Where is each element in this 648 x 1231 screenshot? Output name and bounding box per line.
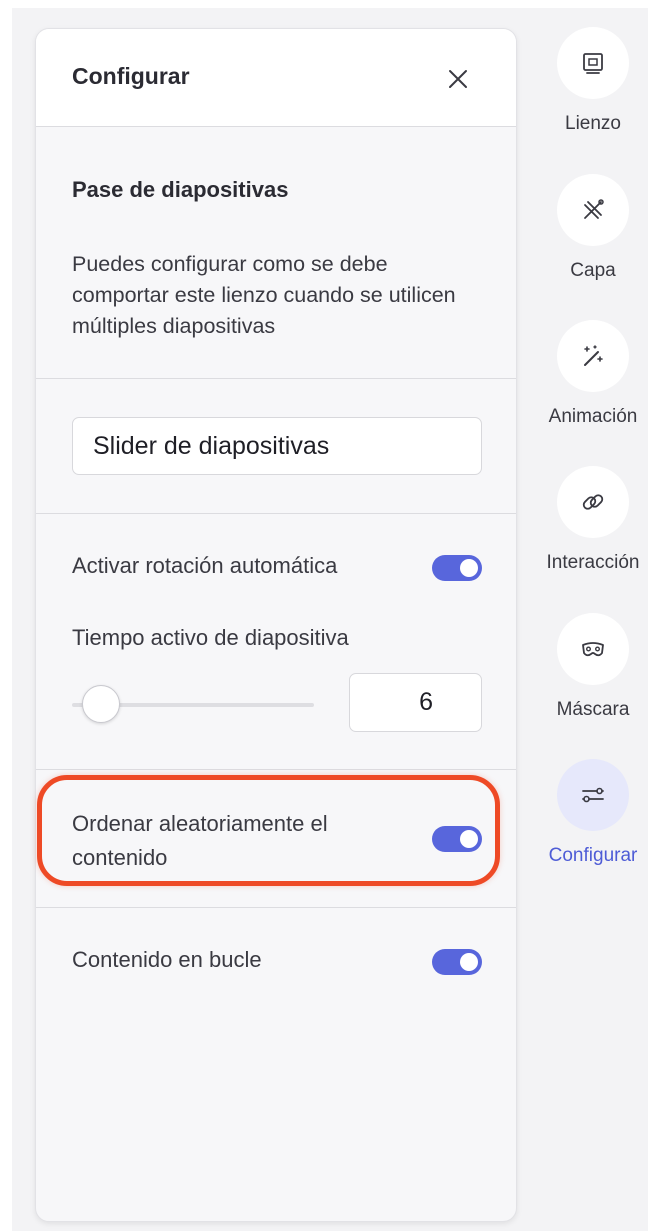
toolbar-item-animacion[interactable]: Animación <box>538 320 648 428</box>
toolbar-label: Interacción <box>546 552 640 573</box>
section-title: Pase de diapositivas <box>72 177 289 202</box>
close-button[interactable] <box>438 59 478 99</box>
active-time-label: Tiempo activo de diapositiva <box>72 625 349 650</box>
toolbar-label: Animación <box>548 406 638 427</box>
divider <box>36 378 516 379</box>
slider-name-input[interactable] <box>72 417 482 475</box>
divider <box>36 907 516 908</box>
magic-wand-icon <box>584 345 603 366</box>
link-icon <box>582 494 604 510</box>
canvas-icon <box>583 53 603 74</box>
settings-sliders-icon <box>582 787 604 803</box>
divider <box>36 769 516 770</box>
toolbar-icon-button[interactable] <box>557 466 629 538</box>
toolbar-icon-button[interactable] <box>557 613 629 685</box>
mask-icon <box>582 642 604 657</box>
toolbar-item-configurar[interactable]: Configurar <box>538 759 648 867</box>
auto-rotation-label: Activar rotación automática <box>72 553 338 578</box>
layer-icon <box>584 199 604 219</box>
toolbar-icon-button[interactable] <box>557 759 629 831</box>
loop-label: Contenido en bucle <box>72 947 262 972</box>
close-icon <box>449 70 467 88</box>
toolbar-label: Máscara <box>556 699 630 720</box>
toolbar-item-lienzo[interactable]: Lienzo <box>538 27 648 135</box>
section-description: Puedes configurar como se debe comportar… <box>72 252 456 338</box>
toolbar-item-mascara[interactable]: Máscara <box>538 613 648 721</box>
toolbar-label: Lienzo <box>565 113 621 134</box>
toolbar-icon-button[interactable] <box>557 320 629 392</box>
auto-rotation-toggle[interactable] <box>432 555 482 581</box>
toolbar-item-capa[interactable]: Capa <box>538 174 648 282</box>
settings-panel: Configurar Pase de diapositivas Puedes c… <box>35 28 517 1222</box>
divider <box>36 513 516 514</box>
active-time-slider-thumb[interactable] <box>82 685 121 723</box>
toolbar-label: Capa <box>570 260 616 281</box>
shuffle-toggle[interactable] <box>432 826 482 852</box>
active-time-input[interactable] <box>349 673 482 732</box>
shuffle-label: Ordenar aleatoriamente el contenido <box>72 811 328 870</box>
toolbar-label: Configurar <box>548 845 638 866</box>
loop-toggle[interactable] <box>432 949 482 975</box>
panel-title: Configurar <box>72 63 190 89</box>
panel-header: Configurar <box>36 29 516 127</box>
toolbar-item-interaccion[interactable]: Interacción <box>538 466 648 574</box>
toolbar-icon-button[interactable] <box>557 27 629 99</box>
toolbar-icon-button[interactable] <box>557 174 629 246</box>
